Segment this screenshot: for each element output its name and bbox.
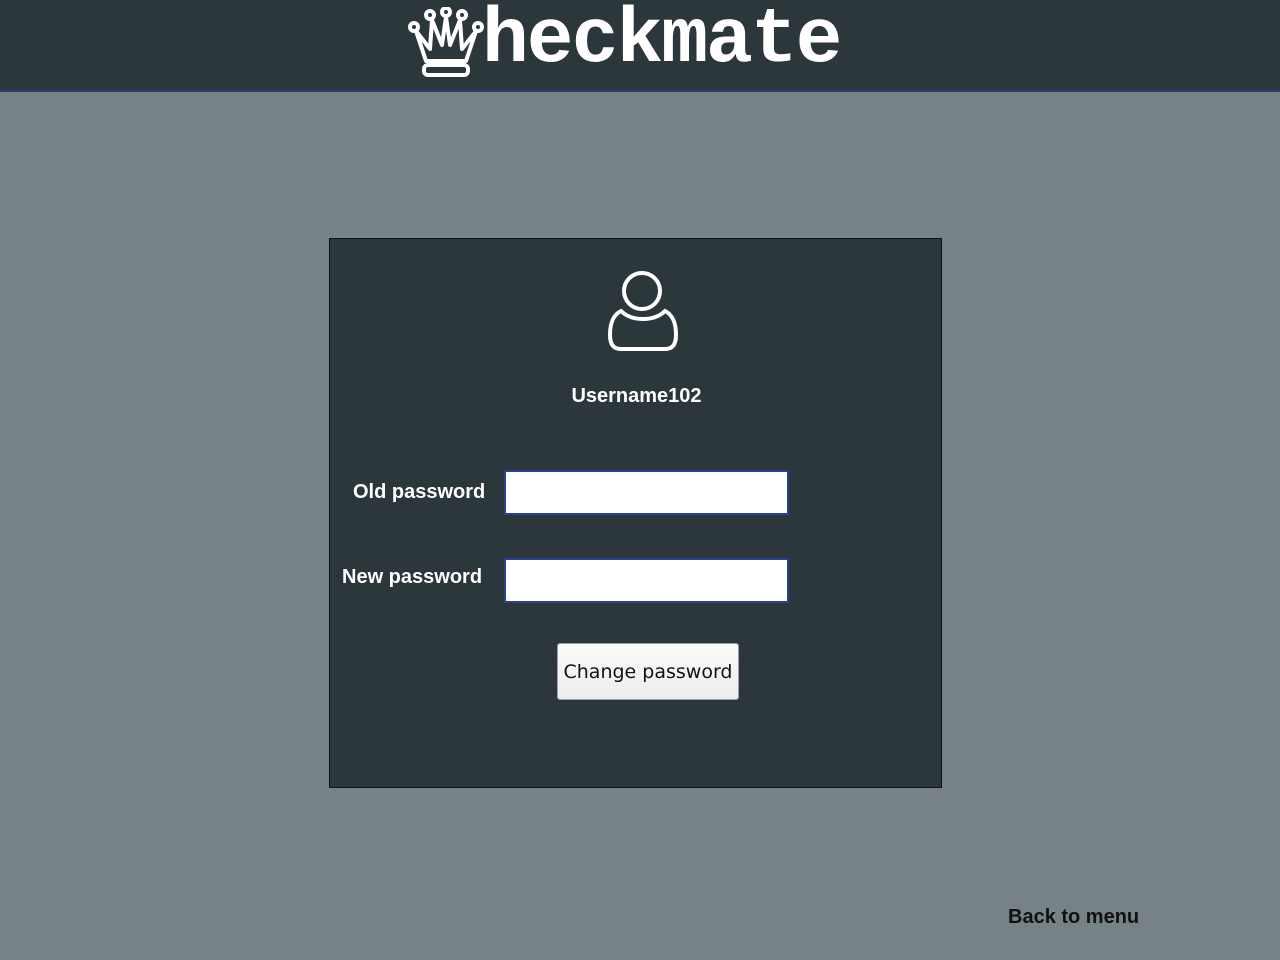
change-password-button[interactable]: Change password [557, 643, 739, 700]
app-header: heckmate [0, 0, 1280, 92]
new-password-input[interactable] [504, 558, 789, 603]
logo-text: heckmate [482, 0, 842, 85]
old-password-input[interactable] [504, 470, 789, 515]
user-icon [607, 271, 679, 351]
change-password-panel: Username102 Old password New password Ch… [329, 238, 942, 788]
queen-crown-icon [408, 7, 484, 77]
back-to-menu-link[interactable]: Back to menu [1008, 906, 1139, 929]
old-password-label: Old password [353, 481, 486, 503]
new-password-label: New password [342, 566, 483, 588]
username: Username102 [571, 385, 702, 407]
logo: heckmate [408, 0, 842, 90]
